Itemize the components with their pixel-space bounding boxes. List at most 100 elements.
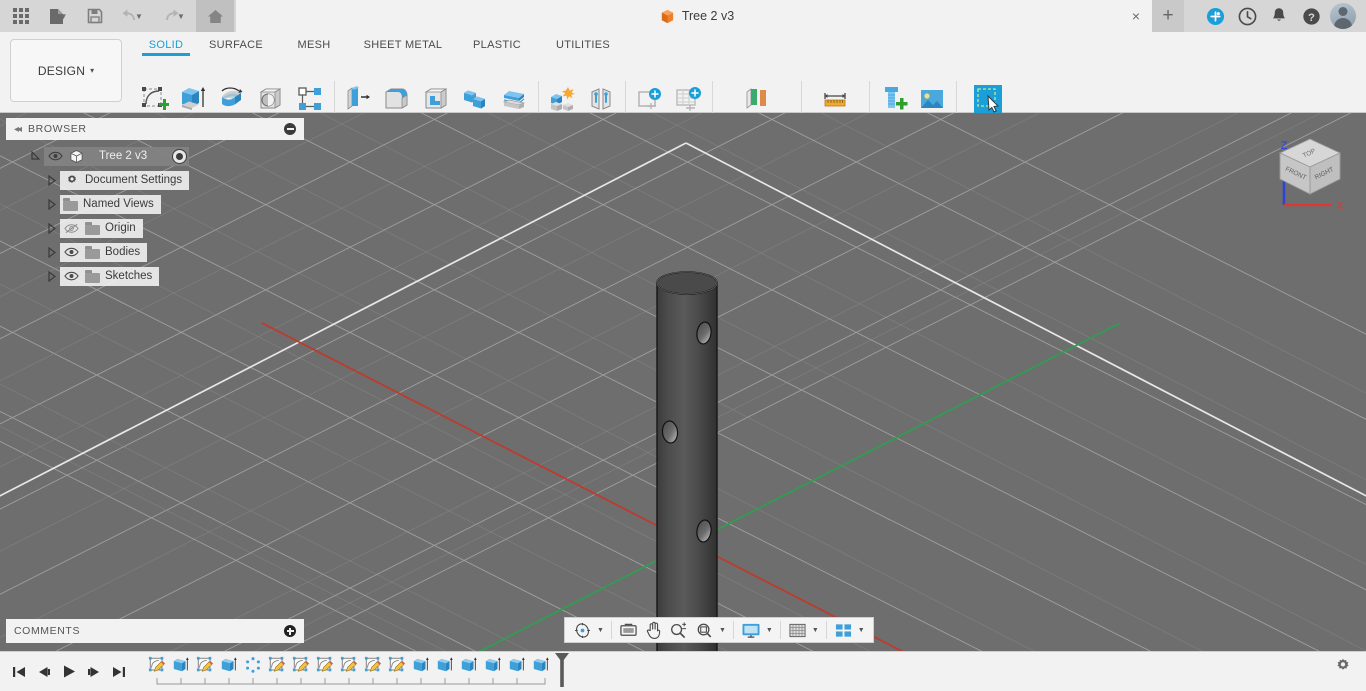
timeline-item[interactable]: [265, 652, 289, 682]
fit-icon[interactable]: [692, 618, 717, 642]
tree-chip-document-settings[interactable]: Document Settings: [60, 170, 190, 190]
workspace-selector[interactable]: DESIGN ▾: [10, 39, 122, 102]
undo-icon[interactable]: ▼: [112, 1, 152, 31]
save-icon[interactable]: [80, 1, 110, 31]
step-back-icon[interactable]: [31, 657, 56, 687]
twisty-collapsed-icon[interactable]: [44, 216, 60, 240]
tab-sheet-metal[interactable]: SHEET METAL: [350, 37, 456, 56]
chevron-down-icon[interactable]: ▼: [811, 627, 822, 634]
timeline-item[interactable]: [313, 652, 337, 682]
extensions-icon[interactable]: [1202, 3, 1228, 29]
tab-surface[interactable]: SURFACE: [194, 37, 278, 56]
step-forward-icon[interactable]: [81, 657, 106, 687]
account-avatar[interactable]: [1330, 3, 1356, 29]
timeline-item[interactable]: [505, 652, 529, 682]
tree-chip-bodies[interactable]: Bodies: [60, 242, 148, 262]
chevron-down-icon[interactable]: ▼: [596, 627, 607, 634]
display-settings-icon[interactable]: [738, 618, 764, 642]
extrude-feature-icon: [485, 656, 501, 671]
timeline-item[interactable]: [241, 652, 265, 682]
extrude-feature-icon: [173, 656, 189, 671]
home-icon[interactable]: [196, 0, 234, 32]
comments-panel[interactable]: COMMENTS: [6, 619, 304, 643]
timeline-item[interactable]: [193, 652, 217, 682]
orbit-icon[interactable]: [570, 618, 595, 642]
tab-surface-label: SURFACE: [208, 39, 264, 51]
help-icon[interactable]: ?: [1298, 3, 1324, 29]
tree-item-origin[interactable]: Origin: [6, 216, 304, 240]
add-comment-icon[interactable]: [284, 625, 296, 637]
timeline-item[interactable]: [433, 652, 457, 682]
redo-icon[interactable]: ▼: [154, 1, 194, 31]
close-icon[interactable]: ×: [1128, 8, 1144, 24]
tree-item-named-views[interactable]: Named Views: [6, 192, 304, 216]
eye-icon[interactable]: [63, 268, 80, 285]
tree-label-bodies: Bodies: [105, 246, 141, 258]
chevron-down-icon[interactable]: ▼: [718, 627, 729, 634]
tab-mesh[interactable]: MESH: [278, 37, 350, 56]
tab-solid[interactable]: SOLID: [138, 37, 194, 56]
settings-gear-icon[interactable]: [1334, 657, 1352, 680]
timeline-item[interactable]: [385, 652, 409, 682]
timeline-playback-controls: [0, 657, 131, 687]
twisty-collapsed-icon[interactable]: [44, 192, 60, 216]
collapse-icon[interactable]: ◂◂: [14, 124, 22, 135]
tree-item-document-settings[interactable]: Document Settings: [6, 168, 304, 192]
tree-item-bodies[interactable]: Bodies: [6, 240, 304, 264]
viewport-canvas[interactable]: ◂◂ BROWSER Tree 2 v3 Document Settings N…: [0, 113, 1366, 651]
extrude-feature-icon: [413, 656, 429, 671]
pan-icon[interactable]: [642, 618, 665, 642]
browser-header[interactable]: ◂◂ BROWSER: [6, 118, 304, 140]
minimize-icon[interactable]: [284, 123, 296, 135]
timeline-item[interactable]: [169, 652, 193, 682]
timeline-marker[interactable]: [553, 652, 571, 691]
twisty-collapsed-icon[interactable]: [44, 240, 60, 264]
chevron-down-icon[interactable]: ▼: [857, 627, 868, 634]
tree-chip-sketches[interactable]: Sketches: [60, 266, 160, 286]
viewports-icon[interactable]: [831, 618, 856, 642]
tree-chip-root[interactable]: Tree 2 v3: [44, 146, 190, 166]
tree-chip-named-views[interactable]: Named Views: [60, 194, 161, 214]
twisty-open-icon[interactable]: [28, 144, 44, 168]
view-cube[interactable]: Z X TOP FRONT RIGHT: [1260, 125, 1360, 225]
timeline-item[interactable]: [217, 652, 241, 682]
chevron-down-icon[interactable]: ▼: [765, 627, 776, 634]
new-tab-button[interactable]: +: [1152, 0, 1184, 32]
twisty-collapsed-icon[interactable]: [44, 168, 60, 192]
timeline-item[interactable]: [481, 652, 505, 682]
timeline-item[interactable]: [529, 652, 553, 682]
tree-item-root[interactable]: Tree 2 v3: [6, 144, 304, 168]
activate-component-radio[interactable]: [172, 148, 188, 164]
file-icon[interactable]: ▼: [38, 1, 78, 31]
notifications-icon[interactable]: [1266, 3, 1292, 29]
timeline-item[interactable]: [145, 652, 169, 682]
file-caret-icon[interactable]: ▼: [60, 12, 68, 21]
tree-chip-origin[interactable]: Origin: [60, 218, 143, 238]
timeline-item[interactable]: [289, 652, 313, 682]
eye-icon[interactable]: [47, 148, 64, 165]
tab-utilities[interactable]: UTILITIES: [538, 37, 628, 56]
eye-icon[interactable]: [63, 244, 80, 261]
navigation-bar: ▼ ▼ ▼ ▼ ▼: [564, 617, 874, 643]
document-tab[interactable]: Tree 2 v3 ×: [236, 0, 1158, 32]
eye-hidden-icon[interactable]: [63, 220, 80, 237]
go-to-end-icon[interactable]: [106, 657, 131, 687]
timeline-item[interactable]: [457, 652, 481, 682]
timeline-item[interactable]: [409, 652, 433, 682]
gear-icon: [63, 172, 80, 189]
grid-snaps-icon[interactable]: [785, 618, 810, 642]
go-to-beginning-icon[interactable]: [6, 657, 31, 687]
twisty-collapsed-icon[interactable]: [44, 264, 60, 288]
redo-caret-icon[interactable]: ▼: [177, 12, 185, 21]
timeline-item[interactable]: [337, 652, 361, 682]
timeline-item[interactable]: [361, 652, 385, 682]
undo-caret-icon[interactable]: ▼: [135, 12, 143, 21]
tab-plastic[interactable]: PLASTIC: [456, 37, 538, 56]
look-at-icon[interactable]: [616, 618, 641, 642]
play-icon[interactable]: [56, 657, 81, 687]
zoom-icon[interactable]: [666, 618, 691, 642]
job-status-icon[interactable]: [1234, 3, 1260, 29]
app-grid-icon[interactable]: [6, 1, 36, 31]
tree-item-sketches[interactable]: Sketches: [6, 264, 304, 288]
timeline-items: [145, 652, 571, 691]
